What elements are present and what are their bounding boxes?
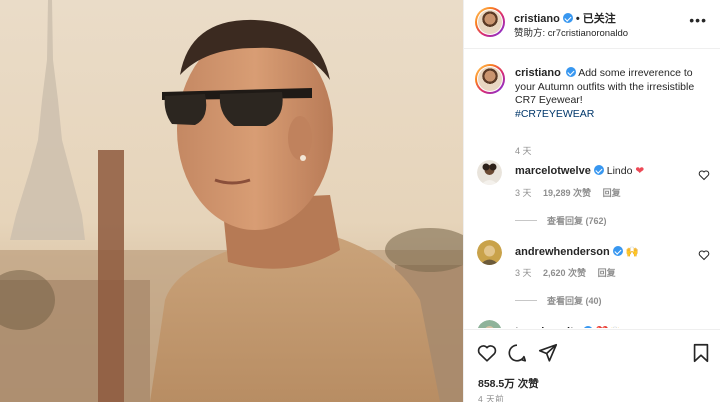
comment-likes[interactable]: 19,289 次赞: [543, 188, 591, 198]
verified-badge-icon: [582, 326, 593, 328]
comment-item: marcelotwelve Lindo ❤ 3 天 19,289 次赞 回复 查…: [464, 160, 720, 240]
comment-meta: 3 天 2,620 次赞 回复: [515, 266, 625, 279]
commenter-avatar[interactable]: [477, 160, 502, 185]
verified-badge-icon: [612, 246, 623, 256]
view-replies-label: 查看回复 (762): [547, 216, 607, 226]
comment-text-line: travelsearite ❤️🙌: [515, 325, 622, 328]
post-actions-bar: 858.5万 次赞 4 天前: [464, 329, 720, 402]
verified-badge-icon: [565, 67, 576, 77]
commenter-avatar-image: [477, 320, 502, 328]
post-photo: [0, 0, 463, 402]
caption-username[interactable]: cristiano: [515, 67, 561, 79]
comment-bubble-icon[interactable]: [506, 342, 528, 364]
commenter-avatar[interactable]: [477, 320, 502, 328]
caption-author-avatar[interactable]: [475, 64, 505, 94]
reply-button[interactable]: 回复: [603, 188, 621, 198]
post-like-count[interactable]: 858.5万 次赞: [478, 376, 539, 391]
commenter-avatar-image: [477, 240, 502, 265]
comment-username[interactable]: travelsearite: [515, 326, 580, 328]
like-heart-icon[interactable]: [476, 342, 498, 364]
more-icon[interactable]: •••: [689, 13, 707, 27]
view-replies-button[interactable]: 查看回复 (762): [515, 214, 607, 227]
comment-time: 3 天: [515, 188, 532, 198]
follow-status-button[interactable]: 已关注: [583, 13, 616, 25]
avatar-image: [478, 10, 502, 34]
caption-text-block: cristiano Add some irreverence to your A…: [515, 67, 705, 121]
comment-item: travelsearite ❤️🙌: [464, 320, 720, 328]
view-replies-button[interactable]: 查看回复 (40): [515, 294, 602, 307]
separator-dot: •: [575, 13, 580, 25]
replies-divider-line: [515, 220, 537, 221]
view-replies-label: 查看回复 (40): [547, 296, 602, 306]
post-header: cristiano • 已关注 赞助方: cr7cristianoronaldo •…: [464, 0, 720, 49]
comment-text-line: marcelotwelve Lindo ❤: [515, 165, 644, 177]
author-avatar[interactable]: [475, 7, 505, 37]
caption-time: 4 天: [515, 146, 532, 156]
comment-username[interactable]: andrewhenderson: [515, 246, 610, 258]
save-bookmark-icon[interactable]: [690, 342, 712, 364]
comments-scroll-area[interactable]: cristiano Add some irreverence to your A…: [464, 50, 720, 328]
comment-text: Lindo: [606, 165, 633, 177]
comment-likes[interactable]: 2,620 次赞: [543, 268, 586, 278]
verified-badge-icon: [593, 165, 604, 175]
comment-emoji: ❤: [635, 165, 645, 177]
comment-emoji: 🙌: [625, 246, 639, 258]
comment-emoji: ❤️🙌: [596, 326, 622, 328]
sponsor-label: 赞助方:: [514, 28, 546, 39]
comment-like-heart-icon[interactable]: [698, 249, 710, 261]
avatar-image: [478, 67, 502, 91]
sponsor-line: 赞助方: cr7cristianoronaldo: [514, 25, 628, 39]
post-timestamp: 4 天前: [478, 394, 505, 402]
post-photo-illustration: [0, 0, 463, 402]
comment-item: andrewhenderson 🙌 3 天 2,620 次赞 回复 查看回复 (…: [464, 240, 720, 320]
post-side-panel: cristiano • 已关注 赞助方: cr7cristianoronaldo •…: [463, 0, 720, 402]
share-send-icon[interactable]: [537, 342, 559, 364]
comment-time: 3 天: [515, 268, 532, 278]
replies-divider-line: [515, 300, 537, 301]
reply-button[interactable]: 回复: [598, 268, 616, 278]
comment-text-line: andrewhenderson 🙌: [515, 245, 639, 258]
comment-like-heart-icon[interactable]: [698, 169, 710, 181]
author-header-line: cristiano • 已关注: [514, 10, 616, 26]
sponsor-handle[interactable]: cr7cristianoronaldo: [548, 28, 628, 39]
author-username[interactable]: cristiano: [514, 13, 560, 25]
caption-hashtag[interactable]: #CR7EYEWEAR: [515, 108, 594, 120]
verified-badge-icon: [562, 13, 573, 23]
commenter-avatar[interactable]: [477, 240, 502, 265]
comment-username[interactable]: marcelotwelve: [515, 165, 591, 177]
commenter-avatar-image: [477, 160, 502, 185]
comment-meta: 3 天 19,289 次赞 回复: [515, 186, 630, 199]
